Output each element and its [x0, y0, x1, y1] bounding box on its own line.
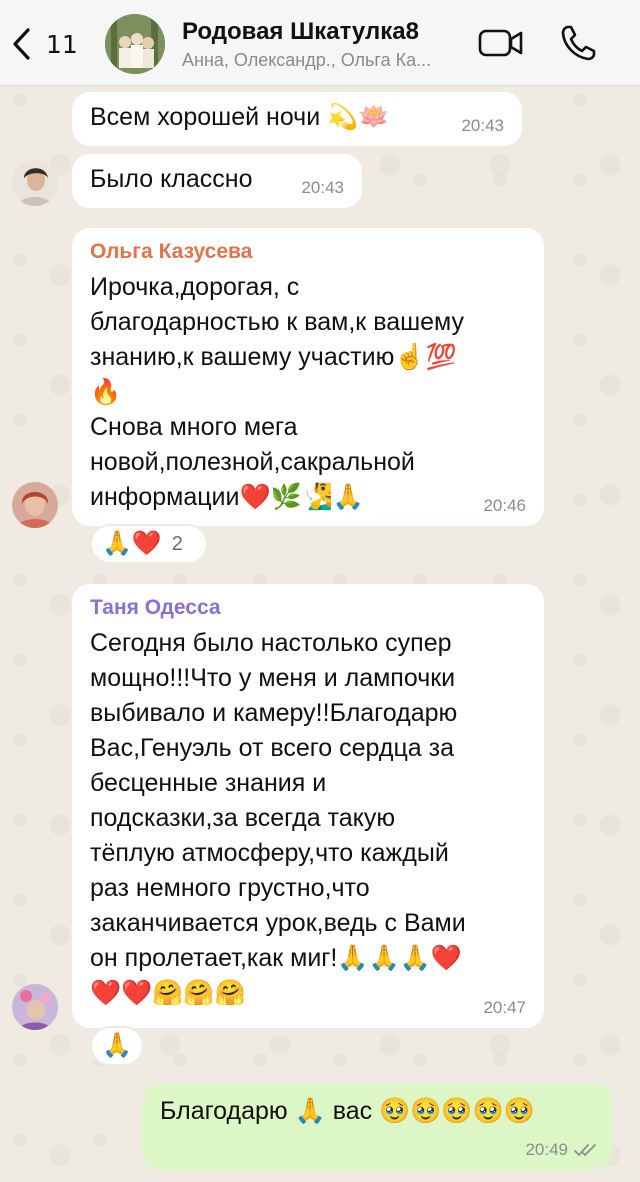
- reaction-emoji: 🙏❤️: [102, 530, 162, 557]
- message-line: Ирочка,дорогая, с: [90, 273, 300, 301]
- message-time: 20:47: [483, 998, 526, 1017]
- group-photo: [105, 14, 165, 74]
- sender-avatar[interactable]: [12, 482, 58, 528]
- outgoing-message-bubble[interactable]: Благодарю 🙏 вас 🥹🥹🥹🥹🥹 20:49: [142, 1084, 612, 1170]
- message-text: Было классно: [90, 165, 253, 193]
- message-line: он пролетает,как миг!🙏🙏🙏❤️: [90, 944, 462, 972]
- reaction-count: 2: [171, 532, 183, 555]
- message-line: Сегодня было настолько супер: [90, 629, 452, 657]
- message-line: ❤️❤️🤗🤗🤗: [90, 979, 246, 1007]
- chevron-left-icon: [13, 28, 30, 60]
- avatar-photo: [12, 984, 58, 1030]
- avatar-photo: [12, 482, 58, 528]
- sender-name[interactable]: Ольга Казусева: [90, 238, 252, 266]
- message-bubble[interactable]: Таня Одесса Сегодня было настолько супер…: [72, 584, 544, 1028]
- message-text: Благодарю 🙏 вас 🥹🥹🥹🥹🥹: [160, 1097, 535, 1125]
- message-line: подсказки,за всегда такую: [90, 804, 396, 832]
- message-time: 20:46: [483, 496, 526, 515]
- message-time: 20:43: [301, 178, 344, 197]
- message-bubble[interactable]: Было классно 20:43: [72, 154, 362, 208]
- message-line: раз немного грустно,что: [90, 874, 370, 902]
- message-line: 🔥: [90, 378, 122, 406]
- message-text: Всем хорошей ночи 💫🪷: [90, 103, 390, 131]
- video-call-icon[interactable]: [478, 26, 524, 60]
- group-avatar[interactable]: [105, 14, 165, 74]
- message-line: тёплую атмосферу,что каждый: [90, 839, 449, 867]
- message-text: Сегодня было настолько супер мощно!!!Что…: [90, 626, 466, 1011]
- chat-participants[interactable]: Анна, Олександр., Ольга Ка...: [182, 50, 431, 71]
- message-bubble[interactable]: Всем хорошей ночи 💫🪷 20:43: [72, 92, 522, 146]
- sender-avatar[interactable]: [12, 160, 58, 206]
- message-time: 20:49: [525, 1140, 568, 1159]
- phone-call-icon[interactable]: [560, 24, 596, 62]
- message-time: 20:43: [461, 116, 504, 135]
- message-line: бесценные знания и: [90, 769, 327, 797]
- message-line: новой,полезной,сакральной: [90, 448, 415, 476]
- message-reaction[interactable]: 🙏: [90, 1026, 144, 1066]
- sender-name[interactable]: Таня Одесса: [90, 594, 221, 622]
- message-line: заканчивается урок,ведь с Вами: [90, 909, 466, 937]
- back-button[interactable]: 11: [10, 22, 80, 66]
- message-line: Снова много мега: [90, 413, 298, 441]
- reaction-emoji: 🙏: [102, 1032, 132, 1059]
- avatar-photo: [12, 160, 58, 206]
- message-line: Вас,Генуэль от всего сердца за: [90, 734, 455, 762]
- unread-count: 11: [46, 29, 78, 59]
- message-text: Ирочка,дорогая, с благодарностью к вам,к…: [90, 270, 464, 515]
- read-receipt-icon: [574, 1144, 596, 1157]
- chat-header: 11 Родовая Шкатулка8 Анна, Олександр., О…: [0, 0, 640, 86]
- chat-title[interactable]: Родовая Шкатулка8: [182, 18, 419, 46]
- message-bubble[interactable]: Ольга Казусева Ирочка,дорогая, с благода…: [72, 228, 544, 526]
- message-reaction[interactable]: 🙏❤️ 2: [90, 524, 208, 564]
- message-line: выбивало и камеру!!Благодарю: [90, 699, 458, 727]
- sender-avatar[interactable]: [12, 984, 58, 1030]
- message-line: информации❤️🌿🧏‍♂️🙏: [90, 483, 364, 511]
- message-line: мощно!!!Что у меня и лампочки: [90, 664, 456, 692]
- message-line: благодарностью к вам,к вашему: [90, 308, 465, 336]
- message-line: знанию,к вашему участию☝️💯: [90, 343, 457, 371]
